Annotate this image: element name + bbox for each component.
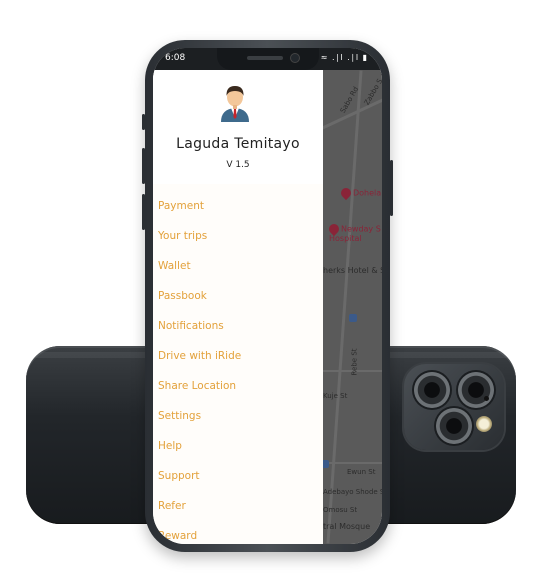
street-label: Ewun St xyxy=(347,468,376,476)
camera-lens-icon xyxy=(414,372,450,408)
volume-up-button xyxy=(142,148,145,184)
silent-switch xyxy=(142,114,145,130)
menu-item-refer[interactable]: Refer xyxy=(158,496,318,526)
menu-item-reward[interactable]: Reward xyxy=(158,526,318,544)
phone-screen: 6:08 ● ≈ .∣l .∣l ▮ Sabo Rd Zabbo S Dohel… xyxy=(153,48,382,544)
menu-item-wallet[interactable]: Wallet xyxy=(158,256,318,286)
street-label: Adebayo Shode St xyxy=(323,488,382,496)
menu-item-settings[interactable]: Settings xyxy=(158,406,318,436)
flash-icon xyxy=(476,416,492,432)
app-version: V 1.5 xyxy=(226,160,250,170)
front-camera-icon xyxy=(291,54,299,62)
street-label: Rebe St xyxy=(350,348,359,376)
notch xyxy=(217,48,319,70)
menu-item-drive-with-iride[interactable]: Drive with iRide xyxy=(158,346,318,376)
earpiece-speaker xyxy=(247,56,283,60)
navigation-drawer: Laguda Temitayo V 1.5 Payment Your trips… xyxy=(153,70,323,544)
map-road xyxy=(323,462,382,464)
street-label: Kuje St xyxy=(323,392,348,400)
microphone-hole xyxy=(484,396,489,401)
map-view[interactable]: Sabo Rd Zabbo S Dohela Newday S Hospital… xyxy=(323,70,382,544)
menu-item-share-location[interactable]: Share Location xyxy=(158,376,318,406)
menu-item-notifications[interactable]: Notifications xyxy=(158,316,318,346)
phone-frame: 6:08 ● ≈ .∣l .∣l ▮ Sabo Rd Zabbo S Dohel… xyxy=(142,40,393,552)
poi-dohela[interactable]: Dohela xyxy=(338,185,381,201)
drawer-menu: Payment Your trips Wallet Passbook Notif… xyxy=(158,196,318,544)
user-avatar-icon[interactable] xyxy=(220,82,250,122)
poi-hospital[interactable]: Newday S Hospital xyxy=(326,221,382,243)
menu-item-your-trips[interactable]: Your trips xyxy=(158,226,318,256)
volume-down-button xyxy=(142,194,145,230)
camera-lens-icon xyxy=(436,408,472,444)
bus-stop-icon xyxy=(349,314,357,322)
camera-lens-icon xyxy=(458,372,494,408)
menu-item-help[interactable]: Help xyxy=(158,436,318,466)
transit-stop-icon xyxy=(323,460,329,468)
user-name: Laguda Temitayo xyxy=(176,136,300,152)
menu-item-passbook[interactable]: Passbook xyxy=(158,286,318,316)
map-pin-icon xyxy=(338,185,354,201)
status-time: 6:08 xyxy=(165,53,186,63)
power-button xyxy=(390,160,393,216)
street-label: Omosu St xyxy=(323,506,358,514)
menu-item-support[interactable]: Support xyxy=(158,466,318,496)
place-label: herks Hotel & S xyxy=(323,266,382,275)
drawer-header: Laguda Temitayo V 1.5 xyxy=(153,70,323,184)
menu-item-payment[interactable]: Payment xyxy=(158,196,318,226)
place-label: tral Mosque xyxy=(323,522,371,531)
